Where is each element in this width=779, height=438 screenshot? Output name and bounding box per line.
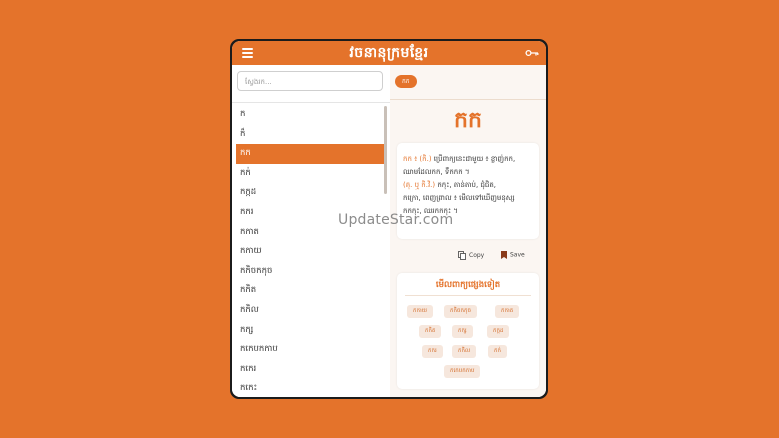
- copy-label: Copy: [469, 252, 485, 259]
- word-list-item[interactable]: កក់: [236, 164, 385, 184]
- definition-line: ឈាមដែលកក, ទឹកកក ។: [403, 166, 533, 179]
- divider: [405, 295, 531, 296]
- related-word-tag[interactable]: កកេបកកាប: [444, 365, 481, 378]
- divider: [390, 99, 546, 100]
- word-list: កក៏ កក កក់ កក្កដ កករ កកាត កកាយ កកិចកកុច កកិត កកិល…: [236, 105, 385, 397]
- word-list-item[interactable]: ក៏: [236, 125, 385, 145]
- definition-line: កក្រោ, ពេញព្រាល ៖ មើលទៅឃើញមនុស្ស: [403, 192, 533, 205]
- word-list-item[interactable]: កកេះ: [236, 379, 385, 397]
- word-list-panel: ស្វែងរក... កក៏ កក កក់ កក្កដ កករ កកាត កកាយ កកិចក…: [232, 65, 391, 397]
- word-list-item[interactable]: កក្ស: [236, 321, 385, 341]
- definition-line: កក ៖ (កិ.) ប្រើពាក្យនេះជាមួយ ៖ ខ្លាញ់កក,: [403, 153, 533, 166]
- related-words-card: មើលពាក្យផ្សេងទៀត កកាយ កកិចកកុច កកាត កកិត…: [397, 273, 539, 389]
- definition-text: ប្រើពាក្យនេះជាមួយ ៖ ខ្លាញ់កក,: [431, 155, 516, 163]
- word-list-item[interactable]: កកិចកកុច: [236, 262, 385, 282]
- part-of-speech-label: កក ៖ (កិ.): [403, 155, 432, 163]
- copy-button[interactable]: Copy: [458, 251, 484, 260]
- scrollbar[interactable]: [384, 106, 387, 194]
- definition-text: ឈាមដែលកក, ទឹកកក ។: [403, 168, 470, 176]
- related-word-tag[interactable]: កក្កដ: [487, 325, 510, 338]
- word-list-item[interactable]: កកាយ: [236, 242, 385, 262]
- selected-word-chip[interactable]: កក: [395, 75, 417, 88]
- app-bar: វចនានុក្រមខ្មែរ: [232, 41, 546, 65]
- related-word-tag[interactable]: កកិល: [452, 345, 477, 358]
- related-word-tag[interactable]: កកាត: [495, 305, 520, 318]
- related-word-tag[interactable]: កកិត: [419, 325, 442, 338]
- save-label: Save: [510, 251, 525, 259]
- related-words-title: មើលពាក្យផ្សេងទៀត: [435, 280, 501, 290]
- word-list-item[interactable]: ក: [236, 105, 385, 125]
- headword-title: កក: [454, 108, 482, 133]
- watermark-text: UpdateStar.com: [338, 212, 454, 228]
- related-word-tag[interactable]: កកាយ: [407, 305, 433, 318]
- definition-text: កកុះ, តាន់តាប់, ជុំជិត,: [435, 181, 497, 189]
- app-title: វចនានុក្រមខ្មែរ: [349, 45, 429, 61]
- divider: [232, 102, 390, 103]
- bookmark-icon: [501, 251, 507, 259]
- related-word-tag[interactable]: កក្ស: [452, 325, 473, 338]
- save-button[interactable]: Save: [501, 251, 525, 259]
- word-list-item[interactable]: កកិល: [236, 301, 385, 321]
- word-list-item[interactable]: កក្កដ: [236, 183, 385, 203]
- search-input[interactable]: ស្វែងរក...: [237, 71, 383, 91]
- related-word-tag[interactable]: កករ: [422, 345, 443, 358]
- part-of-speech-label: (គុ. ឬ កិ.វិ.): [403, 181, 436, 189]
- copy-icon: [458, 251, 466, 260]
- word-list-item[interactable]: កកេរ: [236, 360, 385, 380]
- definition-text: កក្រោ, ពេញព្រាល ៖ មើលទៅឃើញមនុស្ស: [403, 194, 515, 202]
- related-word-tag[interactable]: កកិចកកុច: [444, 305, 477, 318]
- word-list-item[interactable]: កកេបកកាប: [236, 340, 385, 360]
- related-word-tag[interactable]: កក់: [488, 345, 507, 358]
- definition-line: (គុ. ឬ កិ.វិ.) កកុះ, តាន់តាប់, ជុំជិត,: [403, 179, 533, 192]
- word-list-item[interactable]: កក: [236, 144, 385, 164]
- detail-panel: កក កក កក ៖ (កិ.) ប្រើពាក្យនេះជាមួយ ៖ ខ្ល…: [390, 65, 546, 397]
- key-icon[interactable]: [525, 48, 539, 58]
- word-list-item[interactable]: កកិត: [236, 281, 385, 301]
